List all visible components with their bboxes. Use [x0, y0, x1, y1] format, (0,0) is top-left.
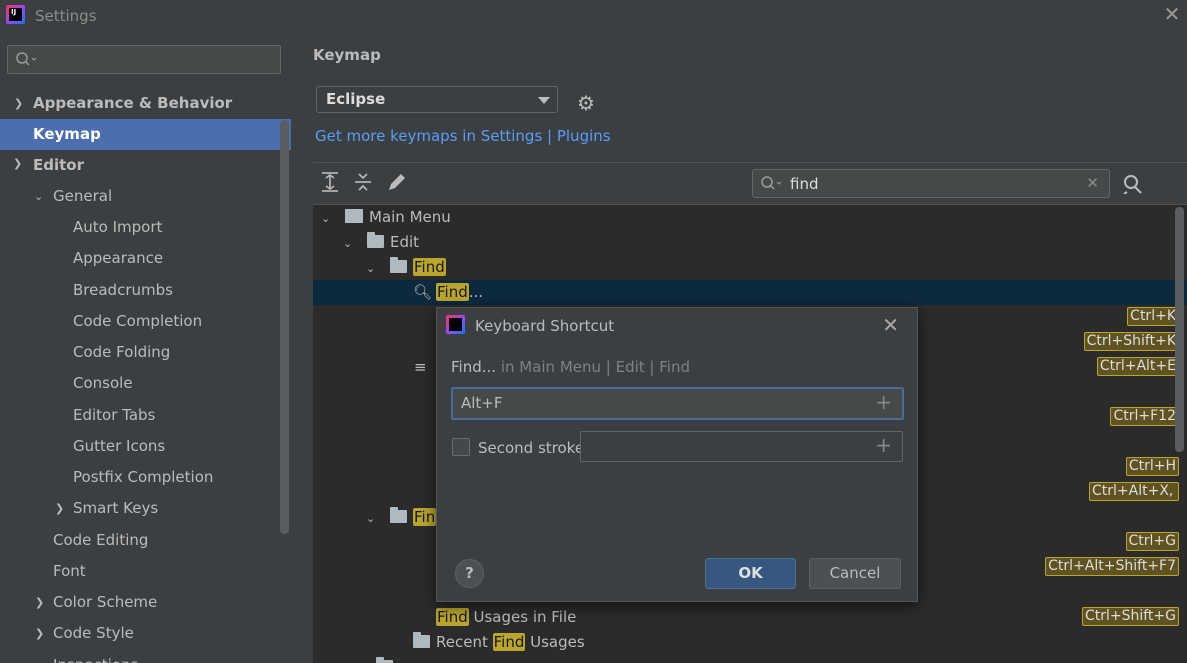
- keyboard-shortcut-dialog: Keyboard Shortcut ✕ Find... in Main Menu…: [436, 307, 918, 602]
- expand-all-icon[interactable]: [321, 172, 339, 192]
- sidebar-item-code-editing[interactable]: Code Editing: [53, 525, 148, 556]
- ok-button[interactable]: OK: [705, 558, 796, 589]
- first-stroke-input[interactable]: Alt+F +: [451, 387, 904, 420]
- shortcut-badge: Ctrl+Alt+X, F: [1089, 482, 1179, 501]
- folder-icon: [390, 257, 407, 273]
- shortcut-badge: Ctrl+Shift+K: [1083, 332, 1179, 351]
- tree-scrollbar[interactable]: [1175, 207, 1184, 452]
- intellij-icon: [446, 315, 465, 334]
- close-icon[interactable]: ✕: [882, 313, 899, 337]
- cancel-button[interactable]: Cancel: [809, 558, 901, 589]
- replace-icon: ≡: [414, 358, 427, 376]
- chevron-down-icon: ❯: [13, 157, 23, 170]
- chevron-right-icon: ❯: [14, 97, 24, 110]
- sidebar-item-font[interactable]: Font: [53, 556, 86, 587]
- chevron-down-icon: ⌄: [366, 262, 376, 275]
- clear-icon[interactable]: ✕: [1086, 174, 1099, 192]
- sidebar-item-inspections[interactable]: Inspections: [53, 650, 138, 663]
- tree-node-edit[interactable]: ⌄ Edit: [343, 230, 419, 255]
- tree-node-find-folder[interactable]: ⌄ Find: [366, 255, 446, 280]
- folder-icon: [413, 632, 430, 648]
- dropdown-arrow-icon: [538, 97, 550, 104]
- sidebar-item-gutter-icons[interactable]: Gutter Icons: [73, 431, 165, 462]
- dialog-title: Keyboard Shortcut: [475, 317, 615, 335]
- chevron-down-icon: ⌄: [34, 190, 44, 203]
- settings-sidebar: ❯ Appearance & Behavior Keymap ❯ Editor …: [0, 34, 291, 663]
- folder-icon: [390, 507, 407, 523]
- chevron-right-icon: ❯: [35, 627, 45, 640]
- folder-icon: [367, 232, 384, 248]
- shortcut-badge: Ctrl+K: [1127, 307, 1179, 326]
- sidebar-item-code-completion[interactable]: Code Completion: [73, 306, 202, 337]
- second-stroke-checkbox[interactable]: [452, 438, 470, 456]
- sidebar-item-postfix-completion[interactable]: Postfix Completion: [73, 462, 213, 493]
- divider: [313, 162, 1187, 163]
- tree-node-find-folder-2[interactable]: ⌄ Fin: [366, 505, 437, 530]
- shortcut-badge: Ctrl+Alt+E: [1096, 357, 1179, 376]
- intellij-icon: IJ: [6, 5, 25, 24]
- shortcut-badge: Ctrl+G: [1125, 532, 1179, 551]
- page-title: Keymap: [313, 46, 381, 64]
- sidebar-item-editor[interactable]: ❯ Editor: [0, 150, 291, 181]
- sidebar-scrollbar[interactable]: [280, 120, 289, 534]
- sidebar-search-input[interactable]: [7, 45, 281, 74]
- search-icon: 🔍︎: [413, 283, 433, 301]
- action-path: Find... in Main Menu | Edit | Find: [451, 358, 690, 376]
- sidebar-item-code-style[interactable]: ❯ Code Style: [0, 618, 280, 649]
- chevron-down-icon: ⌄: [366, 512, 376, 525]
- help-button[interactable]: ?: [455, 559, 484, 588]
- shortcut-badge: Ctrl+Alt+Shift+F7: [1045, 557, 1179, 576]
- second-stroke-input[interactable]: +: [580, 431, 903, 462]
- shortcut-badge: Ctrl+F12: [1110, 407, 1179, 426]
- keymap-select[interactable]: Eclipse: [316, 86, 558, 113]
- tree-node-find-usages-in-file[interactable]: Find Usages in File: [436, 605, 576, 630]
- tree-node-main-menu[interactable]: ⌄ Main Menu: [321, 205, 451, 230]
- sidebar-item-keymap[interactable]: Keymap: [0, 119, 291, 150]
- sidebar-item-editor-tabs[interactable]: Editor Tabs: [73, 400, 155, 431]
- sidebar-item-appearance[interactable]: Appearance: [73, 243, 163, 274]
- sidebar-item-general[interactable]: ⌄ General: [0, 181, 291, 212]
- sidebar-item-breadcrumbs[interactable]: Breadcrumbs: [73, 275, 173, 306]
- gear-icon[interactable]: ⚙: [577, 91, 595, 115]
- keymap-filter-input[interactable]: find ✕: [752, 169, 1110, 198]
- tree-node-partial: [366, 655, 399, 663]
- search-icon: [761, 176, 782, 190]
- window-title: Settings: [35, 7, 97, 25]
- tree-node-recent-find-usages[interactable]: Recent Find Usages: [413, 630, 585, 655]
- sidebar-item-smart-keys[interactable]: ❯ Smart Keys: [0, 493, 280, 524]
- menu-icon: [345, 209, 363, 223]
- chevron-right-icon: ❯: [35, 596, 45, 609]
- sidebar-item-auto-import[interactable]: Auto Import: [73, 212, 162, 243]
- sidebar-item-appearance-behavior[interactable]: ❯ Appearance & Behavior: [0, 88, 291, 119]
- chevron-right-icon: ❯: [55, 502, 65, 515]
- sidebar-item-console[interactable]: Console: [73, 368, 133, 399]
- plugins-link[interactable]: Get more keymaps in Settings | Plugins: [315, 127, 611, 145]
- collapse-all-icon[interactable]: [354, 172, 372, 192]
- plus-icon[interactable]: +: [875, 388, 892, 416]
- second-stroke-label: Second stroke:: [478, 439, 590, 457]
- tree-node-find-action[interactable]: 🔍︎ Find...: [313, 280, 1187, 305]
- sidebar-item-code-folding[interactable]: Code Folding: [73, 337, 170, 368]
- title-bar: IJ Settings ✕: [0, 0, 1187, 34]
- shortcut-badge: Ctrl+Shift+G: [1081, 607, 1179, 626]
- shortcut-badge: Ctrl+H: [1125, 457, 1179, 476]
- search-icon: [16, 52, 37, 66]
- chevron-down-icon: ⌄: [321, 212, 331, 225]
- plus-icon[interactable]: +: [875, 433, 892, 457]
- close-icon[interactable]: ✕: [1161, 3, 1183, 25]
- edit-pencil-icon[interactable]: [387, 172, 405, 192]
- sidebar-item-color-scheme[interactable]: ❯ Color Scheme: [0, 587, 280, 618]
- find-by-shortcut-icon[interactable]: [1123, 174, 1143, 194]
- chevron-down-icon: ⌄: [343, 237, 353, 250]
